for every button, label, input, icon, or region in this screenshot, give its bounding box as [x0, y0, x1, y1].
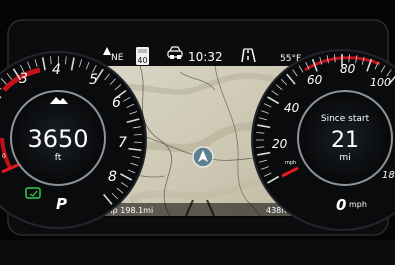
left-scale-label-6: 6: [112, 95, 121, 111]
outside-temperature: 55°F: [280, 54, 301, 64]
speed-unit: mph: [349, 200, 367, 209]
trip-title: Since start: [321, 114, 370, 124]
right-scale-label-80: 80: [340, 62, 356, 76]
altitude-unit: ft: [55, 153, 62, 163]
right-scale-unit: mph: [285, 160, 296, 166]
right-scale-label-20: 20: [272, 137, 288, 151]
left-scale-label-5: 5: [89, 72, 98, 88]
speed-value: 0: [336, 196, 346, 214]
right-scale-label-180: 180: [382, 170, 395, 181]
navigation-arrow-icon: [192, 146, 214, 168]
clock-time: 10:32: [188, 50, 223, 64]
left-scale-label-3: 3: [19, 71, 28, 87]
speed-limit-sign-icon: 40: [136, 47, 149, 65]
left-scale-label-8: 8: [108, 169, 117, 185]
trip-unit: mi: [339, 153, 350, 163]
instrument-cluster: trip 198.1mi 438mi 3 4 5 6 7 8 3650 ft 0…: [0, 0, 395, 265]
altitude-value: 3650: [27, 125, 88, 153]
left-scale-label-7: 7: [118, 135, 127, 151]
trip-value: 21: [331, 128, 359, 153]
compass-heading: NE: [111, 53, 124, 63]
right-scale-label-100: 100: [370, 76, 391, 89]
speed-limit-value: 40: [137, 56, 147, 65]
left-scale-label-4: 4: [52, 62, 61, 78]
gear-indicator: P: [56, 195, 67, 213]
right-scale-label-60: 60: [307, 73, 323, 87]
left-edge-label: 0: [2, 153, 6, 160]
right-scale-label-40: 40: [284, 101, 300, 115]
gauge-tick: [133, 134, 142, 136]
